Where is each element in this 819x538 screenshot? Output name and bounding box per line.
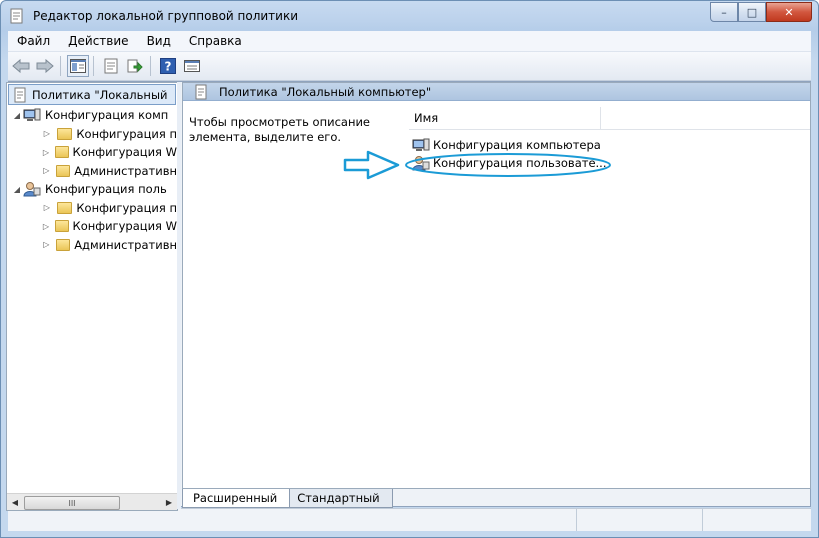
horizontal-scrollbar[interactable]: ◀ III ▶ (7, 493, 177, 510)
computer-icon (412, 138, 430, 151)
user-icon (23, 182, 41, 197)
tree-node-label: Административн (74, 163, 177, 178)
details-header-title: Политика "Локальный компьютер" (219, 84, 432, 99)
folder-icon (55, 238, 71, 251)
folder-icon (56, 201, 73, 214)
expand-arrow-icon[interactable]: ▷ (41, 129, 53, 138)
status-bar (8, 508, 811, 531)
list-item-user-config[interactable]: Конфигурация пользовате... (409, 154, 810, 172)
column-name[interactable]: Имя (409, 107, 601, 129)
tree-node[interactable]: ▷ Административн (7, 162, 177, 181)
tree-node-user-config[interactable]: ◢ Конфигурация поль (7, 180, 177, 199)
menu-action[interactable]: Действие (59, 34, 137, 48)
forward-button[interactable] (34, 55, 56, 77)
tree-root[interactable]: Политика "Локальный (8, 84, 176, 105)
folder-icon (56, 127, 73, 140)
export-button[interactable] (124, 55, 146, 77)
show-tree-button[interactable] (67, 55, 89, 77)
properties-icon (104, 58, 118, 74)
help-button[interactable]: ? (157, 55, 179, 77)
toolbar-separator (150, 56, 151, 76)
close-icon: ✕ (784, 5, 794, 19)
folder-icon (55, 164, 71, 177)
status-cell (576, 509, 702, 531)
user-icon (412, 156, 430, 171)
expand-arrow-icon[interactable]: ▷ (41, 166, 52, 175)
policy-icon (195, 84, 207, 99)
folder-icon (54, 220, 69, 233)
column-name-label: Имя (414, 111, 439, 125)
scroll-right-icon[interactable]: ▶ (161, 498, 177, 507)
tree-root-label: Политика "Локальный (32, 87, 168, 102)
computer-icon (23, 108, 41, 122)
list-item-label: Конфигурация компьютера (433, 138, 601, 152)
expand-arrow-icon[interactable]: ▷ (41, 222, 51, 231)
scroll-thumb[interactable]: III (24, 496, 120, 510)
svg-text:?: ? (165, 60, 172, 74)
toolbar-separator (93, 56, 94, 76)
maximize-icon: □ (746, 5, 758, 19)
properties-button[interactable] (100, 55, 122, 77)
folder-icon (54, 146, 69, 159)
tree-node-label: Конфигурация п (76, 200, 177, 215)
forward-icon (36, 59, 54, 73)
tree-node-label: Конфигурация поль (45, 182, 167, 197)
description-text: Чтобы просмотреть описание элемента, выд… (189, 115, 371, 144)
details-pane: Политика "Локальный компьютер" Чтобы про… (182, 82, 811, 489)
view-tabs: Расширенный Стандартный (182, 489, 393, 509)
toolbar: ? (8, 52, 811, 81)
close-button[interactable]: ✕ (766, 2, 812, 22)
tab-extended-label: Расширенный (193, 491, 278, 505)
expand-arrow-icon[interactable]: ▷ (41, 203, 53, 212)
tree-pane[interactable]: Политика "Локальный ◢ Конфигурация комп … (6, 82, 178, 511)
list-item-computer-config[interactable]: Конфигурация компьютера (409, 136, 810, 154)
minimize-button[interactable]: – (710, 2, 738, 22)
policy-editor-icon (10, 8, 23, 24)
items-list[interactable]: Имя Конфигурация компьютера Конфигурация… (409, 107, 810, 488)
tree-node[interactable]: ▷ Конфигурация W (7, 143, 177, 162)
menu-view[interactable]: Вид (138, 34, 180, 48)
tree-node-label: Административн (74, 237, 177, 252)
view-button[interactable] (181, 55, 203, 77)
export-icon (127, 59, 143, 73)
tab-standard[interactable]: Стандартный (286, 489, 393, 508)
tab-standard-label: Стандартный (297, 491, 380, 505)
menu-help[interactable]: Справка (180, 34, 251, 48)
view-icon (184, 60, 200, 72)
status-cell (8, 509, 576, 531)
scroll-left-icon[interactable]: ◀ (7, 498, 23, 507)
tree-node[interactable]: ▷ Конфигурация п (7, 199, 177, 218)
scroll-grip: III (68, 498, 76, 508)
back-button[interactable] (10, 55, 32, 77)
pane-splitter[interactable] (177, 82, 181, 509)
collapse-arrow-icon[interactable]: ◢ (11, 111, 23, 120)
tab-extended[interactable]: Расширенный (182, 489, 291, 508)
minimize-icon: – (721, 5, 727, 19)
tree-node-label: Конфигурация комп (45, 108, 169, 123)
maximize-button[interactable]: □ (738, 2, 766, 22)
tree-node[interactable]: ▷ Конфигурация W (7, 217, 177, 236)
tree-node[interactable]: ▷ Конфигурация п (7, 125, 177, 144)
collapse-arrow-icon[interactable]: ◢ (11, 185, 23, 194)
list-item-label: Конфигурация пользовате... (433, 156, 607, 170)
tree-node[interactable]: ▷ Административн (7, 236, 177, 255)
expand-arrow-icon[interactable]: ▷ (41, 240, 52, 249)
help-icon: ? (160, 58, 176, 74)
menu-file[interactable]: Файл (8, 34, 59, 48)
title-bar[interactable]: Редактор локальной групповой политики – … (1, 1, 818, 31)
tree-node-label: Конфигурация п (76, 126, 177, 141)
menu-bar: Файл Действие Вид Справка (8, 31, 811, 52)
toolbar-separator (60, 56, 61, 76)
status-cell (702, 509, 811, 531)
back-icon (12, 59, 30, 73)
policy-icon (14, 87, 26, 102)
details-header: Политика "Локальный компьютер" (183, 83, 810, 101)
tree-toggle-icon (70, 59, 86, 73)
expand-arrow-icon[interactable]: ▷ (41, 148, 51, 157)
tree-node-computer-config[interactable]: ◢ Конфигурация комп (7, 106, 177, 125)
tree-node-label: Конфигурация W (72, 219, 177, 234)
list-column-header: Имя (409, 107, 810, 130)
window-title: Редактор локальной групповой политики (33, 9, 299, 23)
tree-node-label: Конфигурация W (72, 145, 177, 160)
